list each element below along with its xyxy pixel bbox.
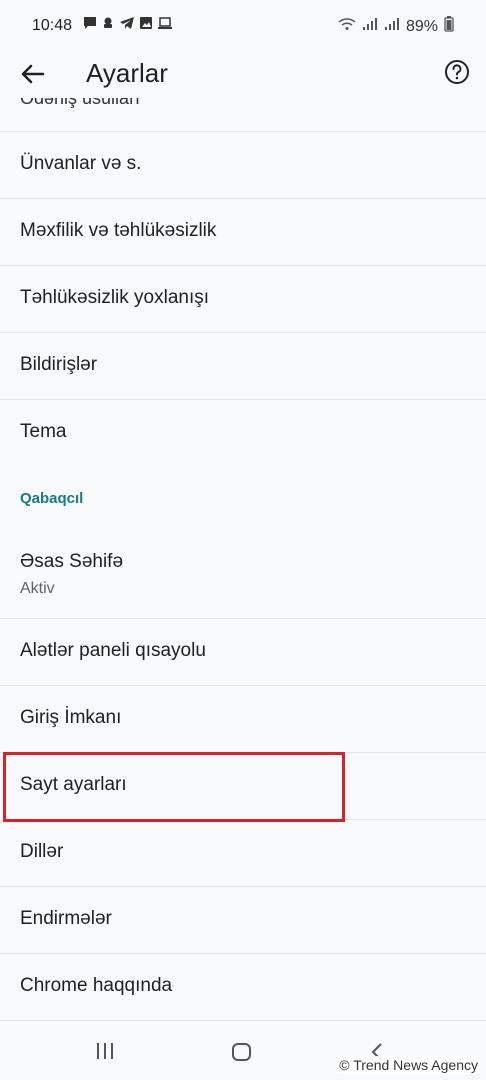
status-bar: 10:48 89% [0,0,486,52]
settings-item-label: Dillər [20,841,64,862]
settings-item-payment-methods[interactable]: Ödəniş üsulları [0,98,486,132]
status-time: 10:48 [32,17,73,34]
telegram-icon [119,16,135,35]
settings-item-label: Ünvanlar və s. [20,153,142,174]
settings-item-privacy-security[interactable]: Məxfilik və təhlükəsizlik [0,199,486,266]
recents-icon[interactable] [94,1042,116,1065]
settings-item-label: Chrome haqqında [20,975,173,996]
notification-icons [83,16,173,35]
settings-item-label: Əsas Səhifə [20,551,124,572]
settings-item-label: Ödəniş üsulları [20,98,141,108]
settings-item-languages[interactable]: Dillər [0,820,486,887]
home-icon[interactable] [231,1042,253,1067]
message-icon [83,16,97,35]
settings-item-about-chrome[interactable]: Chrome haqqında [0,954,486,1021]
settings-item-label: Tema [20,421,67,442]
settings-item-downloads[interactable]: Endirmələr [0,887,486,954]
gallery-icon [139,16,153,35]
settings-item-home-page[interactable]: Əsas Səhifə Aktiv [0,532,486,619]
settings-item-label: Giriş İmkanı [20,707,122,728]
help-icon[interactable] [444,59,470,85]
settings-item-sublabel: Aktiv [20,580,55,597]
signal-icon [362,17,378,36]
settings-item-toolbar-shortcut[interactable]: Alətlər paneli qısayolu [0,619,486,686]
settings-item-label: Endirmələr [20,908,112,929]
settings-item-label: Təhlükəsizlik yoxlanışı [20,287,210,308]
settings-item-label: Məxfilik və təhlükəsizlik [20,220,217,241]
battery-level: 89% [405,17,438,35]
settings-item-site-settings[interactable]: Sayt ayarları [0,753,486,820]
settings-item-addresses[interactable]: Ünvanlar və s. [0,132,486,199]
settings-list: Ödəniş üsulları Ünvanlar və s. Məxfilik … [0,98,486,1021]
settings-item-notifications[interactable]: Bildirişlər [0,333,486,400]
settings-item-theme[interactable]: Tema [0,400,486,466]
settings-item-label: Sayt ayarları [20,774,127,795]
system-status: 89% [338,16,454,37]
battery-icon [444,16,454,37]
settings-item-label: Alətlər paneli qısayolu [20,640,206,661]
section-header-label: Qabaqcıl [20,490,84,507]
watermark: © Trend News Agency [337,1056,480,1074]
laptop-icon [157,16,173,35]
notification-icon [101,16,115,35]
settings-item-accessibility[interactable]: Giriş İmkanı [0,686,486,753]
wifi-icon [338,17,356,36]
signal-icon [384,17,400,36]
page-title: Ayarlar [86,58,168,88]
section-header-advanced: Qabaqcıl [0,466,486,532]
settings-item-label: Bildirişlər [20,354,98,375]
settings-item-safety-check[interactable]: Təhlükəsizlik yoxlanışı [0,266,486,333]
back-arrow-icon[interactable] [18,60,48,88]
app-bar: Ayarlar [0,46,486,102]
